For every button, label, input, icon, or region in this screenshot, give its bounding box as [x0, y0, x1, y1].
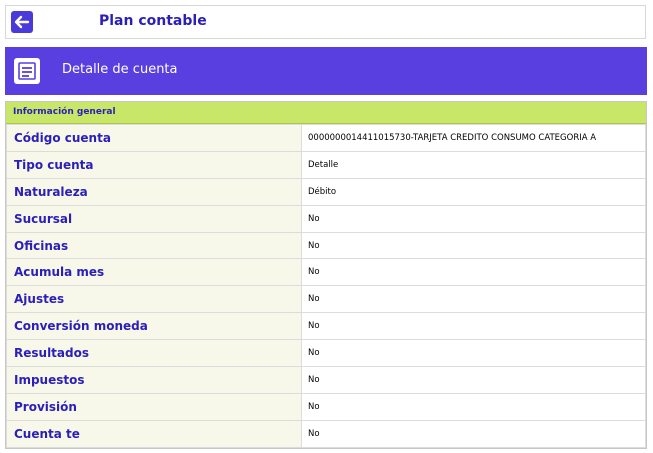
row-value: No [301, 258, 646, 287]
detail-rows: Código cuenta 0000000014411015730-TARJET… [6, 124, 646, 448]
table-row: Naturaleza Débito [6, 177, 646, 206]
row-value: No [301, 312, 646, 341]
table-row: Sucursal No [6, 204, 646, 233]
top-bar: Plan contable [5, 5, 646, 39]
row-label: Naturaleza [6, 177, 302, 206]
row-value: 0000000014411015730-TARJETA CREDITO CONS… [301, 124, 646, 152]
row-label: Sucursal [6, 204, 302, 233]
table-row: Ajustes No [6, 285, 646, 314]
row-label: Acumula mes [6, 258, 302, 287]
document-icon [14, 58, 40, 84]
section-title: Detalle de cuenta [62, 62, 178, 77]
row-value: No [301, 366, 646, 394]
row-value: No [301, 204, 646, 233]
row-label: Ajustes [6, 285, 302, 314]
table-row: Conversión moneda No [6, 312, 646, 341]
table-row: Provisión No [6, 392, 646, 421]
row-value: No [301, 339, 646, 368]
table-row: Resultados No [6, 339, 646, 368]
page-title: Plan contable [99, 13, 207, 29]
row-label: Provisión [6, 392, 302, 421]
table-row: Cuenta te No [6, 419, 646, 448]
row-label: Conversión moneda [6, 312, 302, 341]
row-value: Débito [301, 177, 646, 206]
row-value: Detalle [301, 150, 646, 179]
row-value: No [301, 231, 646, 260]
row-value: No [301, 419, 646, 448]
group-header: Información general [6, 102, 646, 124]
row-label: Resultados [6, 339, 302, 368]
table-row: Tipo cuenta Detalle [6, 150, 646, 179]
arrow-left-icon [14, 15, 30, 29]
back-button[interactable] [11, 11, 33, 33]
row-label: Oficinas [6, 231, 302, 260]
detail-table: Información general Código cuenta 000000… [5, 101, 647, 449]
row-value: No [301, 392, 646, 421]
row-label: Tipo cuenta [6, 150, 302, 179]
table-row: Oficinas No [6, 231, 646, 260]
row-label: Cuenta te [6, 419, 302, 448]
row-value: No [301, 285, 646, 314]
table-row: Impuestos No [6, 366, 646, 394]
row-label: Código cuenta [6, 124, 302, 152]
section-header: Detalle de cuenta [5, 47, 647, 95]
row-label: Impuestos [6, 366, 302, 394]
table-row: Código cuenta 0000000014411015730-TARJET… [6, 124, 646, 152]
table-row: Acumula mes No [6, 258, 646, 287]
